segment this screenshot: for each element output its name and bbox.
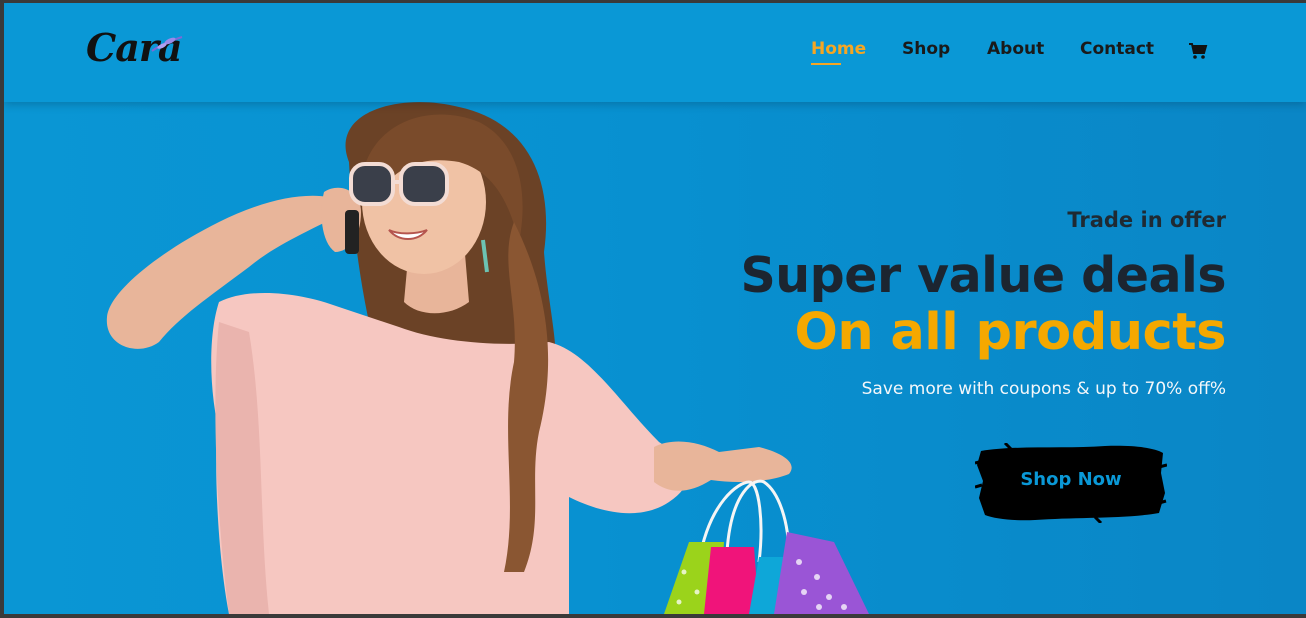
nav-about[interactable]: About	[987, 39, 1044, 59]
nav-home[interactable]: Home	[811, 39, 866, 65]
shop-now-label: Shop Now	[1020, 469, 1122, 490]
hero-subtext: Save more with coupons & up to 70% off%	[861, 379, 1226, 399]
shopping-cart-icon[interactable]	[1188, 42, 1208, 60]
nav-contact[interactable]: Contact	[1080, 39, 1154, 59]
main-nav: Home Shop About Contact	[4, 39, 1306, 69]
nav-shop[interactable]: Shop	[902, 39, 950, 59]
hero-headline: Super value deals	[740, 247, 1226, 304]
site-header: Cara Home Shop About Contact	[4, 3, 1306, 102]
page-frame: Cara Home Shop About Contact Trade in of…	[4, 3, 1306, 614]
hero-kicker: Trade in offer	[1067, 208, 1226, 232]
shop-now-button[interactable]: Shop Now	[975, 443, 1167, 523]
hero-image	[106, 102, 869, 614]
hero-headline-highlight: On all products	[794, 303, 1226, 362]
